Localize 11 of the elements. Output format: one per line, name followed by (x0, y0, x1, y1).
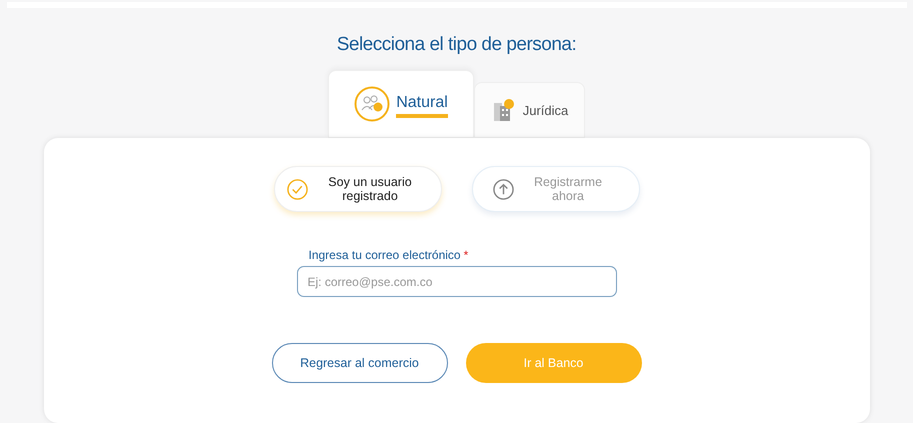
check-icon (286, 178, 308, 200)
email-input-field[interactable]: Ej: correo@pse.com.co (296, 266, 616, 297)
required-mark: * (464, 248, 468, 262)
person-type-tab[interactable]: Jurídica (474, 82, 585, 138)
people-icon (354, 86, 390, 122)
page-title: Selecciona el tipo de persona: (336, 34, 576, 56)
person-type-tab[interactable]: Natural (328, 70, 474, 138)
email-label: Ingresa tu correo electrónico (308, 248, 461, 262)
user-option-button[interactable]: Soy un usuario registrado (274, 166, 442, 212)
arrow-up-icon (492, 178, 514, 200)
back-to-store-button[interactable]: Regresar al comercio (272, 343, 448, 383)
